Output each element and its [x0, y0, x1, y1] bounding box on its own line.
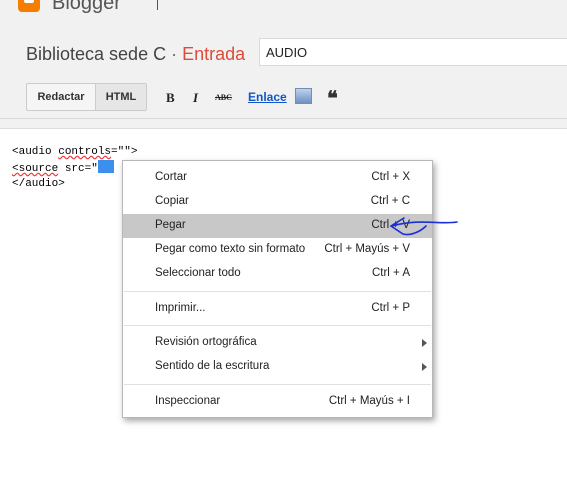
- menu-item-shortcut: Ctrl + V: [371, 219, 410, 231]
- tab-html[interactable]: HTML: [96, 83, 147, 111]
- blog-name: Biblioteca sede C: [26, 44, 167, 64]
- link-button[interactable]: Enlace: [248, 90, 287, 104]
- menu-item-writing-direction[interactable]: Sentido de la escritura: [123, 355, 432, 379]
- quote-button[interactable]: ❝: [327, 86, 338, 111]
- code-line-1: <audio controls="">: [12, 146, 138, 158]
- menu-item-label: Pegar: [155, 219, 186, 231]
- menu-item-shortcut: Ctrl + C: [370, 195, 410, 207]
- menu-item-print[interactable]: Imprimir... Ctrl + P: [123, 297, 432, 321]
- mode-tabs: Redactar HTML: [26, 83, 147, 111]
- editor-toolbar: Redactar HTML B I ABC Enlace ❝: [0, 76, 567, 119]
- submenu-arrow-icon: [422, 363, 427, 371]
- submenu-arrow-icon: [422, 339, 427, 347]
- menu-item-label: Seleccionar todo: [155, 267, 241, 279]
- menu-separator: [124, 325, 431, 326]
- tab-compose[interactable]: Redactar: [26, 83, 96, 111]
- menu-item-label: Inspeccionar: [155, 395, 221, 407]
- menu-item-shortcut: Ctrl + A: [371, 267, 410, 279]
- menu-item-paste-plain[interactable]: Pegar como texto sin formato Ctrl + Mayú…: [123, 238, 432, 262]
- menu-item-label: Cortar: [155, 171, 187, 183]
- menu-item-select-all[interactable]: Seleccionar todo Ctrl + A: [123, 262, 432, 286]
- menu-item-shortcut: Ctrl + X: [371, 171, 410, 183]
- menu-item-label: Sentido de la escritura: [155, 360, 270, 372]
- menu-item-shortcut: Ctrl + Mayús + V: [324, 243, 410, 255]
- menu-item-shortcut: Ctrl + P: [371, 302, 410, 314]
- code-line-3: </audio>: [12, 178, 65, 190]
- menu-item-shortcut: Ctrl + Mayús + I: [328, 395, 410, 407]
- top-bar: Blogger: [0, 0, 567, 28]
- menu-item-label: Revisión ortográfica: [155, 336, 257, 348]
- menu-separator: [124, 291, 431, 292]
- menu-item-cut[interactable]: Cortar Ctrl + X: [123, 166, 432, 190]
- text-selection: [97, 160, 114, 173]
- title-bar: Biblioteca sede C · Entrada: [0, 28, 567, 77]
- insert-image-icon[interactable]: [295, 88, 312, 104]
- menu-separator: [124, 384, 431, 385]
- menu-item-label: Imprimir...: [155, 302, 206, 314]
- blogger-logo-icon[interactable]: [18, 0, 40, 12]
- strikethrough-button[interactable]: ABC: [215, 93, 232, 102]
- code-content[interactable]: <audio controls=""> <source src=" </audi…: [12, 145, 137, 192]
- menu-item-label: Copiar: [155, 195, 189, 207]
- brand-name: Blogger: [52, 0, 121, 14]
- code-line-2: <source src=": [12, 160, 114, 175]
- menu-item-paste[interactable]: Pegar Ctrl + V: [123, 214, 432, 238]
- context-menu: Cortar Ctrl + X Copiar Ctrl + C Pegar Ct…: [122, 160, 433, 418]
- menu-item-spellcheck[interactable]: Revisión ortográfica: [123, 331, 432, 355]
- menu-item-label: Pegar como texto sin formato: [155, 243, 306, 255]
- menu-item-copy[interactable]: Copiar Ctrl + C: [123, 190, 432, 214]
- breadcrumb: Biblioteca sede C · Entrada: [26, 44, 245, 65]
- post-title-input[interactable]: [259, 38, 567, 66]
- italic-button[interactable]: I: [193, 90, 198, 106]
- bold-button[interactable]: B: [166, 90, 175, 106]
- menu-item-inspect[interactable]: Inspeccionar Ctrl + Mayús + I: [123, 390, 432, 414]
- breadcrumb-separator: ·: [171, 44, 178, 64]
- section-name: Entrada: [182, 44, 246, 64]
- topbar-divider: [157, 0, 158, 10]
